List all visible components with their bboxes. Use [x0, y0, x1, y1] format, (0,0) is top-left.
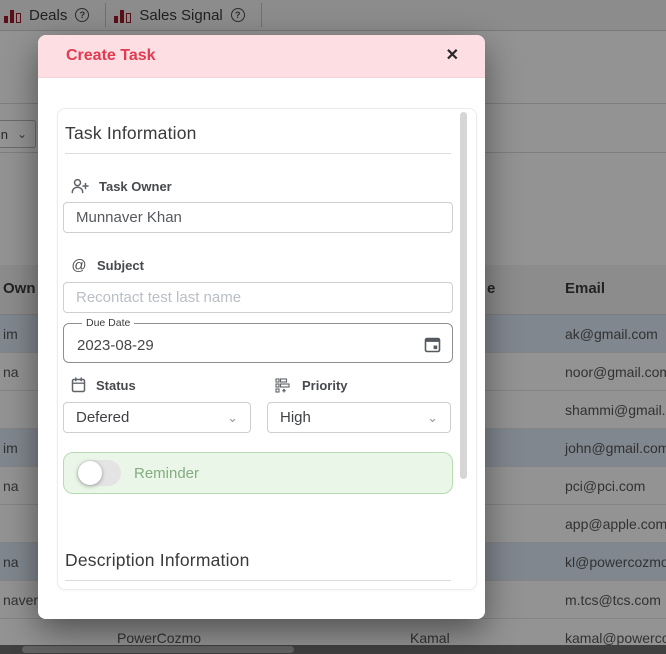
modal-body: Task Information Task Owner @ Subject [38, 78, 485, 619]
priority-select[interactable]: High ⌄ [267, 402, 451, 433]
chevron-down-icon: ⌄ [227, 414, 238, 422]
priority-select-value: High [280, 409, 311, 426]
status-priority-row: Status Defered ⌄ [63, 365, 451, 433]
chevron-down-icon: ⌄ [427, 414, 438, 422]
calendar-icon[interactable] [424, 336, 441, 353]
due-date-value: 2023-08-29 [77, 337, 154, 354]
priority-icon [275, 377, 292, 393]
section-title-task-information: Task Information [65, 123, 451, 144]
status-column: Status Defered ⌄ [63, 365, 267, 433]
status-icon [71, 377, 86, 393]
task-form-card: Task Information Task Owner @ Subject [57, 108, 477, 590]
due-date-field[interactable]: Due Date 2023-08-29 [63, 317, 453, 363]
reminder-toggle[interactable] [77, 460, 121, 486]
vertical-scrollbar[interactable] [460, 112, 467, 479]
reminder-toggle-knob [78, 461, 102, 485]
subject-input[interactable] [63, 282, 453, 313]
priority-column: Priority High ⌄ [267, 365, 451, 433]
task-owner-input[interactable] [63, 202, 453, 233]
at-icon: @ [71, 257, 87, 274]
priority-label-row: Priority [275, 377, 451, 393]
app-viewport: Deals ? Sales Signal ? n ⌄ Own e Email i… [0, 0, 666, 654]
create-task-modal: Create Task ✕ Task Information Task Owne… [38, 35, 485, 619]
modal-header: Create Task ✕ [38, 35, 485, 78]
section-title-description-information: Description Information [65, 550, 451, 571]
status-label-row: Status [71, 377, 267, 393]
status-select-value: Defered [76, 409, 129, 426]
status-select[interactable]: Defered ⌄ [63, 402, 251, 433]
task-owner-label: Task Owner [99, 179, 172, 194]
subject-label: Subject [97, 258, 144, 273]
due-date-label: Due Date [82, 317, 134, 329]
subject-label-row: @ Subject [71, 257, 451, 274]
reminder-box: Reminder [63, 452, 453, 494]
close-icon[interactable]: ✕ [446, 48, 459, 64]
status-label: Status [96, 378, 136, 393]
section-divider [65, 580, 451, 581]
priority-label: Priority [302, 378, 348, 393]
section-divider [65, 153, 451, 154]
task-owner-label-row: Task Owner [71, 178, 451, 194]
person-add-icon [71, 178, 89, 194]
reminder-label: Reminder [134, 465, 199, 482]
modal-title: Create Task [66, 47, 156, 65]
